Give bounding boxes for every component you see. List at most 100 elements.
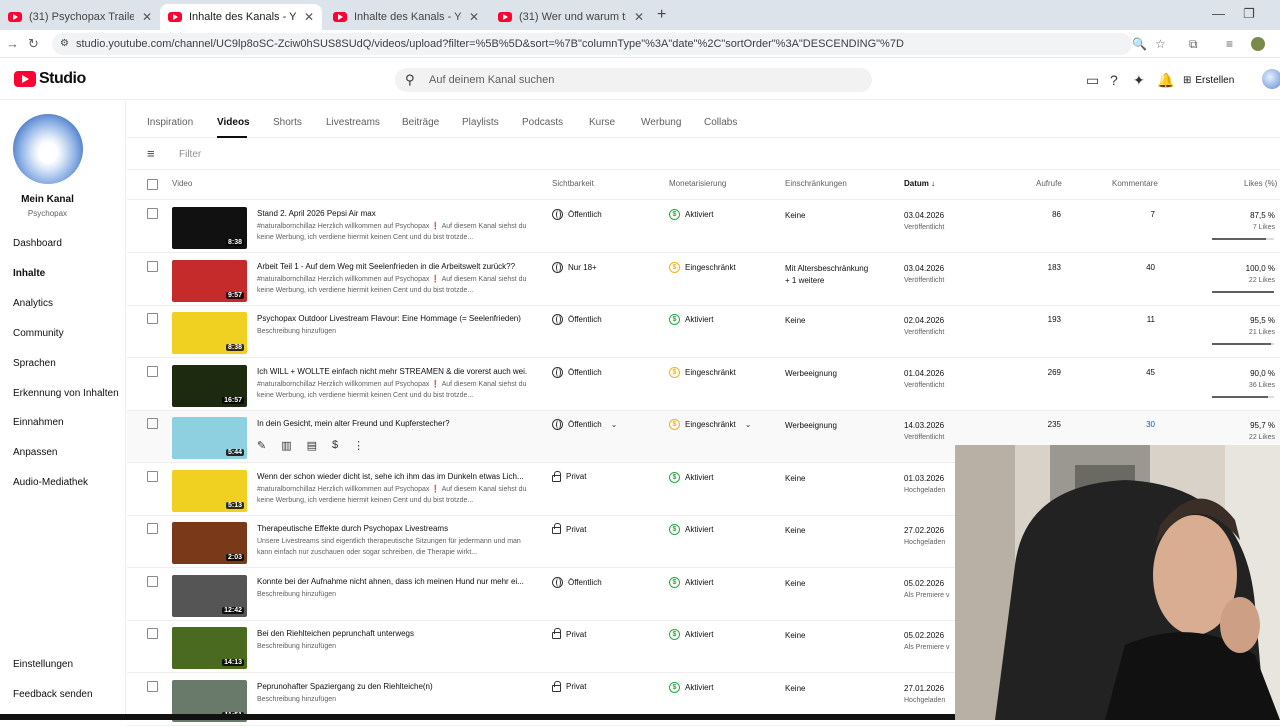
tab-shorts[interactable]: Shorts xyxy=(273,117,302,128)
restrictions-cell[interactable]: Werbeeignung xyxy=(785,368,895,380)
video-title[interactable]: Konnte bei der Aufnahme nicht ahnen, das… xyxy=(257,577,527,586)
restrictions-cell[interactable]: Keine xyxy=(785,683,895,695)
video-title[interactable]: Psychopax Outdoor Livestream Flavour: Ei… xyxy=(257,314,527,323)
table-row[interactable]: 8:38 Psychopax Outdoor Livestream Flavour… xyxy=(127,306,1280,358)
sidebar-item-erkennung[interactable]: Erkennung von Inhalten xyxy=(13,388,119,399)
close-icon[interactable]: ✕ xyxy=(469,10,479,24)
video-title[interactable]: Wenn der schon wieder dicht ist, sehe ic… xyxy=(257,472,527,481)
site-info-icon[interactable]: ⚙ xyxy=(60,33,69,55)
tab-podcasts[interactable]: Podcasts xyxy=(522,117,563,128)
help-icon[interactable]: ? xyxy=(1110,72,1118,88)
tab-werbung[interactable]: Werbung xyxy=(641,117,681,128)
row-checkbox[interactable] xyxy=(147,365,158,377)
col-likes[interactable]: Likes (%) xyxy=(1244,179,1277,188)
sidebar-item-feedback[interactable]: Feedback senden xyxy=(13,689,93,700)
tab-kurse[interactable]: Kurse xyxy=(589,117,615,128)
browser-tab[interactable]: (31) Wer und warum treibt mich ✕ xyxy=(490,4,652,30)
monetization-cell[interactable]: $ Eingeschränkt xyxy=(669,261,736,273)
monetization-icon[interactable]: $ xyxy=(332,439,338,452)
video-thumbnail[interactable]: 16:57 xyxy=(172,364,247,407)
monetization-cell[interactable]: $ Aktiviert xyxy=(669,471,713,483)
zoom-icon[interactable]: 🔍 xyxy=(1132,37,1147,51)
video-title[interactable]: Stand 2. April 2026 Pepsi Air max xyxy=(257,209,527,218)
visibility-cell[interactable]: Öffentlich xyxy=(552,209,602,220)
visibility-cell[interactable]: Nur 18+ xyxy=(552,261,597,273)
account-avatar[interactable] xyxy=(1262,69,1280,89)
reload-icon[interactable]: ↻ xyxy=(28,36,39,52)
visibility-cell[interactable]: Öffentlich xyxy=(552,366,602,378)
monetization-cell[interactable]: $ Aktiviert xyxy=(669,681,713,693)
video-thumbnail[interactable]: 5:13 xyxy=(172,469,247,512)
minimize-icon[interactable]: — xyxy=(1212,6,1225,21)
video-thumbnail[interactable]: 14:13 xyxy=(172,627,247,669)
channel-search-input[interactable]: ⚲ Auf deinem Kanal suchen xyxy=(395,68,872,92)
profile-avatar[interactable] xyxy=(1251,37,1265,51)
table-row[interactable]: 8:38 Stand 2. April 2026 Pepsi Air max #na… xyxy=(127,201,1280,253)
tab-playlists[interactable]: Playlists xyxy=(462,117,499,128)
select-all-checkbox[interactable] xyxy=(147,179,158,190)
restrictions-cell[interactable]: Keine xyxy=(785,210,895,222)
browser-tab[interactable]: (31) Psychopax Trailer für die Ur ✕ xyxy=(0,4,160,30)
comments-icon[interactable]: ▤ xyxy=(307,439,317,452)
sidebar-item-sprachen[interactable]: Sprachen xyxy=(13,358,56,369)
edit-pencil-icon[interactable]: ✎ xyxy=(257,439,266,452)
close-icon[interactable]: ✕ xyxy=(634,10,644,24)
filter-icon[interactable]: ≡ xyxy=(147,146,155,161)
tab-livestreams[interactable]: Livestreams xyxy=(326,117,380,128)
browser-tab-active[interactable]: Inhalte des Kanals - YouTube Studio ✕ xyxy=(160,4,322,30)
sparkle-icon[interactable]: ✦ xyxy=(1133,72,1145,89)
visibility-cell[interactable]: Öffentlich xyxy=(552,576,602,588)
row-checkbox[interactable] xyxy=(147,628,158,639)
monetization-cell[interactable]: $ Aktiviert xyxy=(669,314,713,325)
studio-logo[interactable]: Studio xyxy=(14,70,86,88)
sidebar-item-inhalte[interactable]: Inhalte xyxy=(13,268,45,279)
table-row[interactable]: 9:57 Arbeit Teil 1 - Auf dem Weg mit Seel… xyxy=(127,254,1280,306)
video-title[interactable]: In dein Gesicht, mein alter Freund und K… xyxy=(257,419,527,428)
comments-value[interactable]: 30 xyxy=(1107,420,1155,429)
restrictions-cell[interactable]: Keine xyxy=(785,630,895,642)
close-icon[interactable]: ✕ xyxy=(304,10,314,24)
video-title[interactable]: Ich WILL + WOLLTE einfach nicht mehr STR… xyxy=(257,367,527,376)
sidebar-item-audio-mediathek[interactable]: Audio-Mediathek xyxy=(13,477,88,488)
sidebar-item-analytics[interactable]: Analytics xyxy=(13,298,53,309)
video-thumbnail[interactable]: 2:03 xyxy=(172,522,247,564)
monetization-cell[interactable]: $ Aktiviert xyxy=(669,576,713,588)
tab-videos[interactable]: Videos xyxy=(217,117,250,128)
create-button[interactable]: ⊞ Erstellen xyxy=(1183,70,1234,90)
row-checkbox[interactable] xyxy=(147,575,158,587)
restore-icon[interactable]: ❐ xyxy=(1243,6,1255,22)
restrictions-cell[interactable]: Mit Altersbeschränkung + 1 weitere xyxy=(785,263,895,287)
video-thumbnail[interactable]: 8:38 xyxy=(172,207,247,249)
media-icon[interactable]: ≡ xyxy=(1226,37,1233,51)
monetization-cell[interactable]: $ Eingeschränkt ⌄ xyxy=(669,419,751,430)
sort-down-icon[interactable]: ↓ xyxy=(931,179,935,188)
feedback-message-icon[interactable]: ▭ xyxy=(1086,72,1099,89)
browser-tab[interactable]: Inhalte des Kanals - YouTube Studio ✕ xyxy=(325,4,487,30)
restrictions-cell[interactable]: Keine xyxy=(785,315,895,327)
video-thumbnail[interactable]: 5:44 xyxy=(172,417,247,459)
tab-inspiration[interactable]: Inspiration xyxy=(147,117,193,128)
sidebar-item-dashboard[interactable]: Dashboard xyxy=(13,238,62,249)
col-restrictions[interactable]: Einschränkungen xyxy=(785,179,847,188)
bookmark-star-icon[interactable]: ☆ xyxy=(1155,37,1166,51)
video-title[interactable]: Peprunohafter Spaziergang zu den Riehlte… xyxy=(257,682,527,691)
video-title[interactable]: Bei den Riehlteichen peprunchaft unterwe… xyxy=(257,629,527,638)
restrictions-cell[interactable]: Keine xyxy=(785,578,895,590)
notifications-icon[interactable]: 🔔 xyxy=(1157,72,1174,89)
col-visibility[interactable]: Sichtbarkeit xyxy=(552,179,594,188)
tab-beitraege[interactable]: Beiträge xyxy=(402,117,439,128)
url-field[interactable]: ⚙ studio.youtube.com/channel/UC9lp8oSC-Z… xyxy=(52,33,1132,55)
video-title[interactable]: Therapeutische Effekte durch Psychopax L… xyxy=(257,524,527,533)
sidebar-item-community[interactable]: Community xyxy=(13,328,64,339)
tab-collabs[interactable]: Collabs xyxy=(704,117,737,128)
restrictions-cell[interactable]: Keine xyxy=(785,525,895,537)
analytics-icon[interactable]: ▥ xyxy=(281,439,291,452)
row-checkbox[interactable] xyxy=(147,523,158,534)
row-checkbox[interactable] xyxy=(147,680,158,692)
col-comments[interactable]: Kommentare xyxy=(1112,179,1158,188)
col-date[interactable]: Datum xyxy=(904,179,929,188)
monetization-cell[interactable]: $ Aktiviert xyxy=(669,209,713,220)
row-checkbox[interactable] xyxy=(147,470,158,482)
col-views[interactable]: Aufrufe xyxy=(1036,179,1062,188)
sidebar-item-anpassen[interactable]: Anpassen xyxy=(13,447,57,458)
